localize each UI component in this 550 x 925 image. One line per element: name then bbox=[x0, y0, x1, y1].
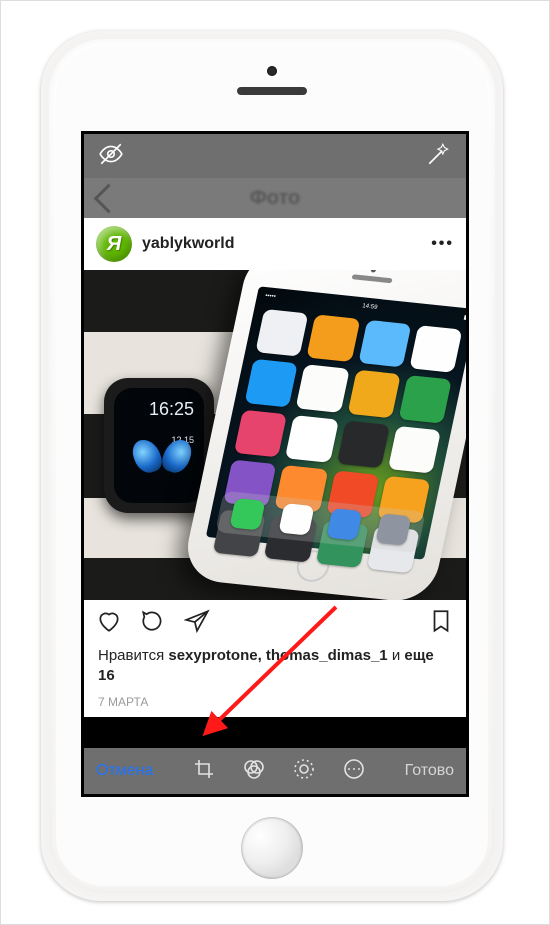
home-screen-app-icon bbox=[234, 409, 287, 457]
photo-editor-top-toolbar bbox=[84, 134, 466, 178]
home-screen-app-icon bbox=[388, 425, 441, 473]
done-button[interactable]: Готово bbox=[405, 762, 454, 780]
dock-app-icon bbox=[327, 508, 363, 540]
front-camera bbox=[267, 66, 277, 76]
dock-app-icon bbox=[230, 498, 266, 530]
editor-tools bbox=[192, 757, 366, 786]
photos-app-header-blurred: Фото bbox=[84, 178, 466, 218]
comment-icon[interactable] bbox=[140, 608, 166, 639]
save-bookmark-icon[interactable] bbox=[428, 608, 454, 639]
hide-preview-icon[interactable] bbox=[98, 141, 124, 172]
home-screen-app-icon bbox=[347, 370, 400, 418]
home-screen-app-icon bbox=[336, 420, 389, 468]
home-screen-app-icon bbox=[285, 415, 338, 463]
iphone-device-frame: Фото Я yablykworld ••• 16:25 12 1 bbox=[41, 31, 503, 901]
photo-editor-bottom-toolbar: Отмена Готово bbox=[84, 748, 466, 794]
post-more-icon[interactable]: ••• bbox=[431, 235, 454, 253]
post-header: Я yablykworld ••• bbox=[84, 218, 466, 270]
illustration-canvas: Фото Я yablykworld ••• 16:25 12 1 bbox=[0, 0, 550, 925]
home-button[interactable] bbox=[241, 817, 303, 879]
post-author-username[interactable]: yablykworld bbox=[142, 235, 234, 253]
more-tools-icon[interactable] bbox=[342, 757, 366, 786]
filters-tool-icon[interactable] bbox=[242, 757, 266, 786]
watch-butterfly-face bbox=[132, 439, 192, 485]
watch-time: 16:25 bbox=[149, 400, 194, 418]
dock-app-icon bbox=[375, 513, 411, 545]
header-title: Фото bbox=[250, 187, 301, 210]
adjust-light-tool-icon[interactable] bbox=[292, 757, 316, 786]
home-screen-app-icon bbox=[409, 325, 462, 373]
back-chevron-icon[interactable] bbox=[94, 183, 124, 213]
share-icon[interactable] bbox=[184, 608, 210, 639]
auto-enhance-icon[interactable] bbox=[426, 141, 452, 172]
dock-app-icon bbox=[278, 503, 314, 535]
post-photo[interactable]: 16:25 12 15 •••••14:59▮ bbox=[84, 270, 466, 600]
home-screen-app-icon bbox=[245, 359, 298, 407]
crop-rotate-tool-icon[interactable] bbox=[192, 757, 216, 786]
home-screen-app-icon bbox=[358, 320, 411, 368]
like-icon[interactable] bbox=[96, 608, 122, 639]
earpiece-speaker bbox=[237, 87, 307, 95]
phone-screen: Фото Я yablykworld ••• 16:25 12 1 bbox=[81, 131, 469, 797]
post-actions-row bbox=[84, 600, 466, 646]
cancel-button[interactable]: Отмена bbox=[96, 762, 153, 780]
likes-summary[interactable]: Нравится sexyprotone, thomas_dimas_1 и е… bbox=[98, 646, 452, 687]
home-screen-app-icon bbox=[307, 314, 360, 362]
avatar-letter: Я bbox=[107, 233, 122, 256]
home-screen-app-icon bbox=[296, 364, 349, 412]
photo-apple-watch: 16:25 12 15 bbox=[104, 378, 214, 513]
post-date: 7 МАРТА bbox=[98, 695, 452, 709]
avatar[interactable]: Я bbox=[96, 226, 132, 262]
home-screen-app-icon bbox=[255, 309, 308, 357]
post-meta: Нравится sexyprotone, thomas_dimas_1 и е… bbox=[84, 646, 466, 717]
home-screen-app-icon bbox=[398, 375, 451, 423]
